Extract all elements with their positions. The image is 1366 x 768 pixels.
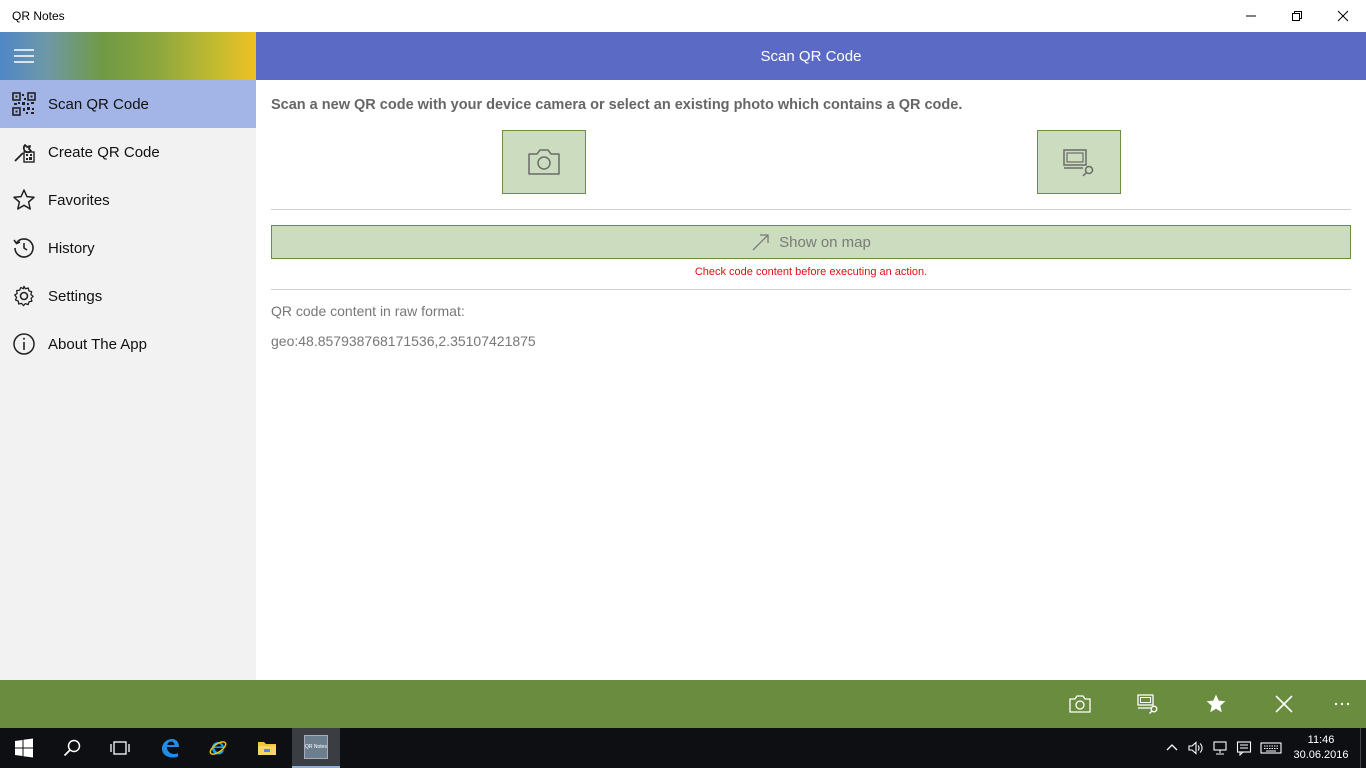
folder-icon [258,742,276,755]
show-hidden-icons-button[interactable] [1160,728,1184,768]
history-icon [0,224,48,272]
page-header: Scan QR Code [256,32,1366,80]
sidebar-item-create-qr-code[interactable]: Create QR Code [0,128,256,176]
raw-content-value: geo:48.857938768171536,2.35107421875 [271,333,536,349]
keyboard-icon [1260,742,1282,754]
star-filled-icon [1206,694,1226,713]
sidebar-item-label: Scan QR Code [48,95,149,113]
close-icon [1337,10,1349,22]
main-content: Scan a new QR code with your device came… [256,80,1366,680]
minimize-button[interactable] [1228,0,1274,32]
taskbar: QR Notes 11:46 30.06.2016 [0,728,1366,768]
browse-photos-icon [1137,694,1158,714]
window-controls [1228,0,1366,32]
appbar-browse-photos-button[interactable] [1124,680,1172,728]
action-center-button[interactable] [1232,728,1256,768]
task-view-button[interactable] [96,728,144,768]
sidebar-item-favorites[interactable]: Favorites [0,176,256,224]
sidebar-item-about-the-app[interactable]: About The App [0,320,256,368]
sidebar-item-label: Favorites [48,191,110,209]
warning-message: Check code content before executing an a… [694,266,928,278]
internet-explorer-icon [209,741,227,755]
notifications-icon [1236,741,1252,756]
gear-icon [0,272,48,320]
start-button[interactable] [0,728,48,768]
qr-notes-taskbar-button[interactable]: QR Notes [292,728,340,768]
appbar-more-button[interactable] [1318,680,1366,728]
divider [271,209,1351,210]
appbar-favorite-button[interactable] [1192,680,1240,728]
sidebar-item-label: Settings [48,287,103,305]
system-tray: 11:46 30.06.2016 [1160,728,1366,768]
raw-content-label: QR code content in raw format: [271,303,465,319]
internet-explorer-button[interactable] [194,728,242,768]
title-bar: QR Notes [0,0,1366,32]
more-ellipsis-icon [1334,702,1350,706]
info-icon [0,320,48,368]
show-desktop-button[interactable] [1360,728,1366,768]
volume-button[interactable] [1184,728,1208,768]
divider [271,289,1351,290]
appbar-close-button[interactable] [1260,680,1308,728]
close-icon [1275,695,1293,713]
restore-button[interactable] [1274,0,1320,32]
qr-notes-app-icon: QR Notes [304,735,328,759]
clock-time: 11:46 [1307,734,1335,746]
network-icon [1213,741,1227,755]
star-outline-icon [0,176,48,224]
hamburger-icon [14,49,34,63]
windows-logo-icon [15,738,33,758]
appbar-camera-button[interactable] [1056,680,1104,728]
sidebar-item-label: Create QR Code [48,143,160,161]
sidebar-item-label: History [48,239,95,257]
taskbar-clock[interactable]: 11:46 30.06.2016 [1286,733,1356,763]
window-title: QR Notes [12,9,65,23]
close-button[interactable] [1320,0,1366,32]
select-photo-button[interactable] [1037,130,1121,194]
network-button[interactable] [1208,728,1232,768]
scan-with-camera-button[interactable] [502,130,586,194]
arrow-up-right-icon [752,234,769,251]
edge-browser-icon [162,739,179,758]
edge-browser-button[interactable] [146,728,194,768]
sidebar-item-scan-qr-code[interactable]: Scan QR Code [0,80,256,128]
restore-icon [1292,11,1302,21]
browse-photos-icon [1063,149,1094,177]
sidebar-item-label: About The App [48,335,147,353]
sidebar: Scan QR Code Create QR Code Favorites Hi… [0,80,256,680]
wrench-qr-icon [0,128,48,176]
search-icon [63,739,81,757]
show-on-map-label: Show on map [779,233,871,251]
speaker-icon [1188,741,1203,755]
clock-date: 30.06.2016 [1293,749,1349,761]
search-button[interactable] [48,728,96,768]
sidebar-item-settings[interactable]: Settings [0,272,256,320]
camera-icon [1069,695,1091,713]
sidebar-item-history[interactable]: History [0,224,256,272]
touch-keyboard-button[interactable] [1256,728,1286,768]
show-on-map-button[interactable]: Show on map [271,225,1351,259]
camera-icon [528,149,560,175]
minimize-icon [1246,15,1256,17]
page-title: Scan QR Code [760,47,862,65]
qr-code-icon [0,80,48,128]
command-bar [0,680,1366,728]
chevron-up-icon [1166,744,1178,751]
file-explorer-button[interactable] [243,728,291,768]
sidebar-header [0,32,256,80]
task-view-icon [110,741,130,755]
hamburger-menu-button[interactable] [0,32,48,80]
scan-instructions: Scan a new QR code with your device came… [271,97,963,113]
